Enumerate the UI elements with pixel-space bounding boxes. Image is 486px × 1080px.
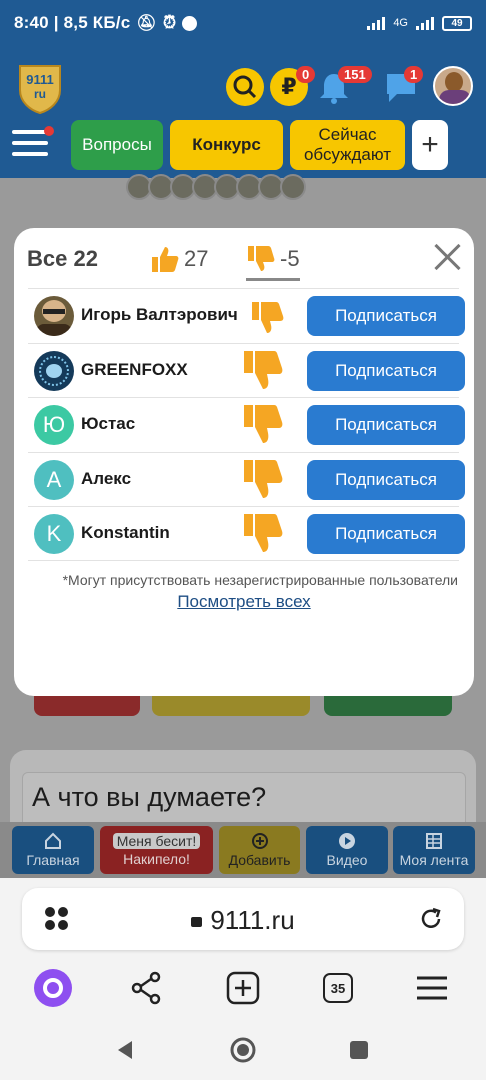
lock-icon xyxy=(191,917,203,927)
reload-icon[interactable] xyxy=(418,906,444,932)
thumbs-up-icon xyxy=(152,247,179,272)
play-icon xyxy=(339,833,355,849)
list-item: Ю Юстас Подписаться xyxy=(28,397,465,452)
subscribe-button[interactable]: Подписаться xyxy=(307,350,465,391)
profile-avatar[interactable] xyxy=(433,66,473,106)
messages-badge: 1 xyxy=(404,66,424,83)
new-tab-icon[interactable] xyxy=(223,968,263,1008)
nav-home-label: Главная xyxy=(26,852,80,868)
nav-annoys-top: Меня бесит! xyxy=(112,833,201,849)
thumbs-down-icon xyxy=(244,405,283,443)
logo-text-top: 9111 xyxy=(26,72,54,87)
nav-add-label: Добавить xyxy=(228,852,291,868)
tabs-count: 35 xyxy=(323,973,353,1003)
avatar[interactable]: Ю xyxy=(34,405,74,445)
logo-text-bottom: ru xyxy=(34,87,46,101)
subscribe-button[interactable]: Подписаться xyxy=(307,296,465,336)
user-name[interactable]: Konstantin xyxy=(81,523,170,543)
alarm-icon: ⏰︎ xyxy=(162,13,177,32)
thumbs-down-icon xyxy=(244,350,283,389)
dislikes-count: -5 xyxy=(280,246,300,271)
subscribe-button[interactable]: Подписаться xyxy=(307,459,465,500)
tab-all[interactable]: Все 22 xyxy=(27,246,98,272)
share-icon[interactable] xyxy=(127,968,167,1008)
thumbs-down-icon xyxy=(244,459,283,498)
avatar[interactable] xyxy=(34,350,74,391)
user-name[interactable]: Юстас xyxy=(81,414,135,434)
add-circle-icon xyxy=(251,833,268,849)
address-bar[interactable]: 9111.ru xyxy=(22,888,464,950)
list-item: А Алекс Подписаться xyxy=(28,451,465,507)
voters-list: Игорь Валтэрович Подписаться GREENFOXX П… xyxy=(28,288,465,561)
add-button[interactable]: + xyxy=(412,120,448,170)
system-nav-bar xyxy=(0,1020,486,1080)
menu-icon[interactable] xyxy=(412,968,452,1008)
user-name[interactable]: Игорь Валтэрович xyxy=(81,305,238,325)
search-button[interactable] xyxy=(226,68,264,106)
home-icon[interactable] xyxy=(229,1036,257,1064)
alice-assistant-icon[interactable] xyxy=(33,968,73,1008)
user-name[interactable]: GREENFOXX xyxy=(81,360,188,380)
subscribe-button[interactable]: Подписаться xyxy=(307,514,465,554)
unregistered-note: *Могут присутствовать незарегистрированн… xyxy=(62,572,458,588)
signal-icon xyxy=(367,16,386,30)
feed-icon xyxy=(426,833,442,849)
list-item: GREENFOXX Подписаться xyxy=(28,342,465,398)
mute-icon: 🔕︎ xyxy=(136,15,157,32)
url-value: 9111.ru xyxy=(210,905,295,935)
nav-feed[interactable]: Моя лента xyxy=(393,826,475,874)
tabs-button[interactable]: 35 xyxy=(318,968,358,1008)
app-header: 9111 ru ₽ 0 151 1 xyxy=(0,46,486,118)
battery-icon: 49 xyxy=(442,15,472,31)
tab-discussing[interactable]: Сейчас обсуждают xyxy=(290,120,405,170)
subscribe-button[interactable]: Подписаться xyxy=(307,405,465,445)
avatar[interactable]: K xyxy=(34,514,74,554)
ruble-icon: ₽ xyxy=(281,74,297,99)
thumbs-down-icon xyxy=(248,246,275,271)
menu-icon[interactable] xyxy=(12,126,54,160)
recents-icon[interactable] xyxy=(348,1039,370,1061)
category-nav: Вопросы Конкурс Сейчас обсуждают + xyxy=(0,118,486,178)
nav-add[interactable]: Добавить xyxy=(219,826,300,874)
menu-notification-dot xyxy=(44,126,54,136)
nav-feed-label: Моя лента xyxy=(399,852,469,868)
list-item: Игорь Валтэрович Подписаться xyxy=(28,288,465,343)
likes-count: 27 xyxy=(184,246,209,271)
nav-home[interactable]: Главная xyxy=(12,826,94,874)
thumbs-down-icon xyxy=(244,514,283,552)
avatar[interactable]: А xyxy=(34,459,74,500)
currency-badge: 0 xyxy=(296,66,316,83)
status-time-speed: 8:40 | 8,5 КБ/с xyxy=(14,13,131,32)
answer-placeholder: А что вы думаете? xyxy=(32,782,267,812)
notifications-badge: 151 xyxy=(338,66,372,83)
nav-annoys[interactable]: Меня бесит! Накипело! xyxy=(100,826,213,874)
tab-likes[interactable]: 27 xyxy=(150,244,208,274)
nav-annoys-bottom: Накипело! xyxy=(123,851,190,867)
network-type: 4G xyxy=(393,17,408,29)
home-icon xyxy=(45,832,61,849)
tab-questions[interactable]: Вопросы xyxy=(71,120,163,170)
user-name[interactable]: Алекс xyxy=(81,469,131,489)
status-bar: 8:40 | 8,5 КБ/с 🔕︎ ⏰︎ 4G 49 xyxy=(0,0,486,46)
view-all-link[interactable]: Посмотреть всех xyxy=(14,592,474,612)
site-logo[interactable]: 9111 ru xyxy=(16,62,64,114)
signal-icon-2 xyxy=(416,16,434,30)
reactions-modal: Все 22 27 -5 Игорь Валтэрович Подписатьс… xyxy=(14,228,474,696)
bottom-app-nav: Главная Меня бесит! Накипело! Добавить В… xyxy=(0,822,486,878)
back-icon[interactable] xyxy=(114,1038,138,1062)
tab-dislikes[interactable]: -5 xyxy=(246,244,300,281)
nav-video-label: Видео xyxy=(326,852,368,868)
nav-video[interactable]: Видео xyxy=(306,826,388,874)
list-item: K Konstantin Подписаться xyxy=(28,506,465,561)
avatar[interactable] xyxy=(34,296,74,336)
tab-contest[interactable]: Конкурс xyxy=(170,120,283,170)
search-icon xyxy=(233,75,257,99)
telegram-icon xyxy=(182,15,198,31)
url-text: 9111.ru xyxy=(22,905,464,936)
voters-avatar-row xyxy=(126,174,306,200)
close-icon[interactable] xyxy=(432,242,462,272)
thumbs-down-icon xyxy=(252,302,284,333)
